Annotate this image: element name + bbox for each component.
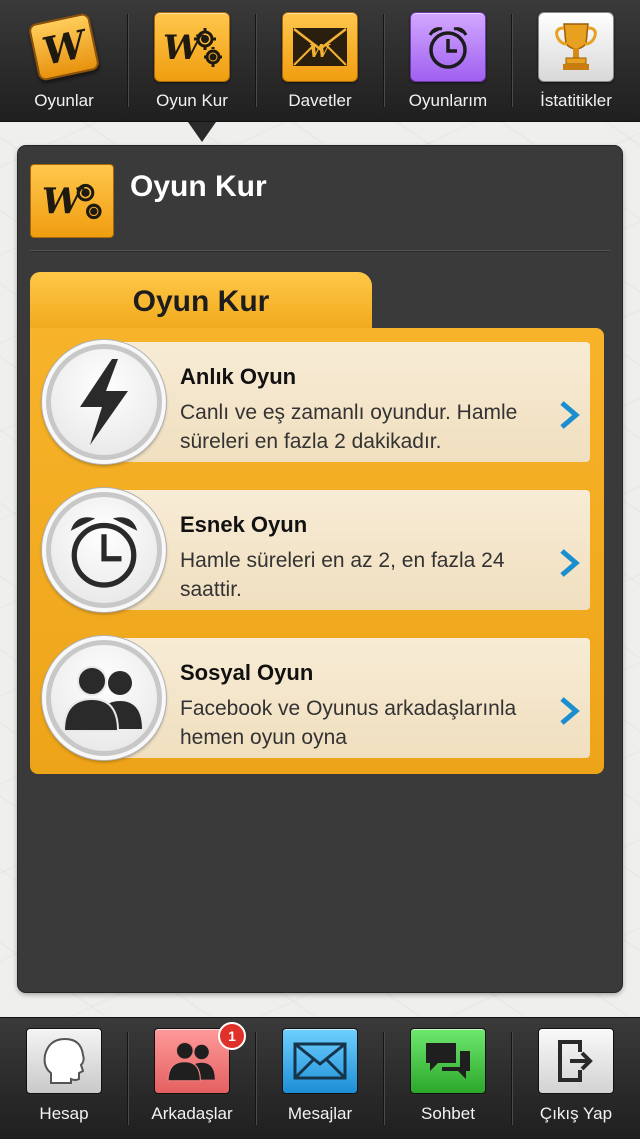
game-options-list: Anlık Oyun Canlı ve eş zamanlı oyundur. … (30, 328, 604, 774)
nav-label-oyunlarim: Oyunlarım (408, 91, 488, 110)
option-anlik-oyun[interactable]: Anlık Oyun Canlı ve eş zamanlı oyundur. … (30, 328, 592, 464)
gears-icon: W (154, 12, 230, 82)
nav-item-mesajlar[interactable]: Mesajlar (256, 1018, 384, 1139)
page-title: Oyun Kur (130, 170, 267, 203)
nav-label-oyunlar: Oyunlar (34, 91, 94, 110)
option-sosyal-oyun[interactable]: Sosyal Oyun Facebook ve Oyunus arkadaşla… (30, 624, 592, 760)
option-esnek-oyun[interactable]: Esnek Oyun Hamle süreleri en az 2, en fa… (30, 476, 592, 612)
nav-item-cikis-yap[interactable]: Çıkış Yap (512, 1018, 640, 1139)
create-game-panel: W Oyun Kur Oyun Kur Anlık Oyun Canlı ve … (18, 146, 622, 992)
option-icon-circle (42, 340, 166, 464)
nav-item-istatistikler[interactable]: İstatitikler (512, 0, 640, 121)
nav-item-davetler[interactable]: W Davetler (256, 0, 384, 121)
envelope-icon: W (282, 12, 358, 82)
nav-label-davetler: Davetler (288, 91, 352, 110)
option-title: Esnek Oyun (180, 512, 308, 537)
nav-item-sohbet[interactable]: Sohbet (384, 1018, 512, 1139)
nav-label-istatistikler: İstatitikler (540, 91, 612, 110)
head-profile-icon (26, 1028, 102, 1094)
svg-text:W: W (309, 41, 331, 62)
option-icon-circle (42, 636, 166, 760)
chevron-right-icon (560, 549, 580, 577)
chevron-right-icon (560, 697, 580, 725)
nav-item-oyunlar[interactable]: W Oyunlar (0, 0, 128, 121)
option-title: Sosyal Oyun (180, 660, 314, 685)
words-tile-icon: W (26, 12, 102, 82)
nav-item-oyunlarim[interactable]: Oyunlarım (384, 0, 512, 121)
nav-item-arkadaslar[interactable]: 1 Arkadaşlar (128, 1018, 256, 1139)
nav-label-cikis-yap: Çıkış Yap (539, 1104, 613, 1123)
option-description: Canlı ve eş zamanlı oyundur. Hamle sürel… (180, 401, 518, 453)
svg-text:W: W (163, 28, 204, 68)
nav-label-arkadaslar: Arkadaşlar (151, 1104, 233, 1123)
lightning-icon (80, 359, 128, 445)
option-title: Anlık Oyun (180, 364, 297, 389)
top-nav: W Oyunlar W Oyun Kur W Davetler Oyunları… (0, 0, 640, 122)
nav-item-oyun-kur[interactable]: W Oyun Kur (128, 0, 256, 121)
nav-label-oyun-kur: Oyun Kur (156, 91, 228, 110)
exit-icon (538, 1028, 614, 1094)
notification-badge: 1 (218, 1022, 246, 1050)
nav-label-hesap: Hesap (39, 1104, 89, 1123)
nav-label-mesajlar: Mesajlar (287, 1104, 353, 1123)
chevron-right-icon (560, 401, 580, 429)
nav-item-hesap[interactable]: Hesap (0, 1018, 128, 1139)
nav-label-sohbet: Sohbet (421, 1104, 475, 1123)
active-tab-pointer (188, 122, 216, 142)
alarm-clock-icon (410, 12, 486, 82)
option-icon-circle (42, 488, 166, 612)
trophy-icon (538, 12, 614, 82)
tab-oyun-kur: Oyun Kur (30, 272, 372, 332)
envelope-icon (282, 1028, 358, 1094)
bottom-nav: Hesap 1 Arkadaşlar Mesajlar Sohbet Çıkış… (0, 1017, 640, 1139)
panel-header: W Oyun Kur (18, 146, 622, 250)
option-description: Facebook ve Oyunus arkadaşlarınla hemen … (180, 697, 517, 749)
gears-icon: W (30, 164, 114, 238)
chat-bubbles-icon (410, 1028, 486, 1094)
alarm-clock-icon (70, 517, 138, 588)
people-icon (62, 666, 142, 732)
option-description: Hamle süreleri en az 2, en fazla 24 saat… (180, 549, 505, 601)
divider (30, 250, 610, 252)
